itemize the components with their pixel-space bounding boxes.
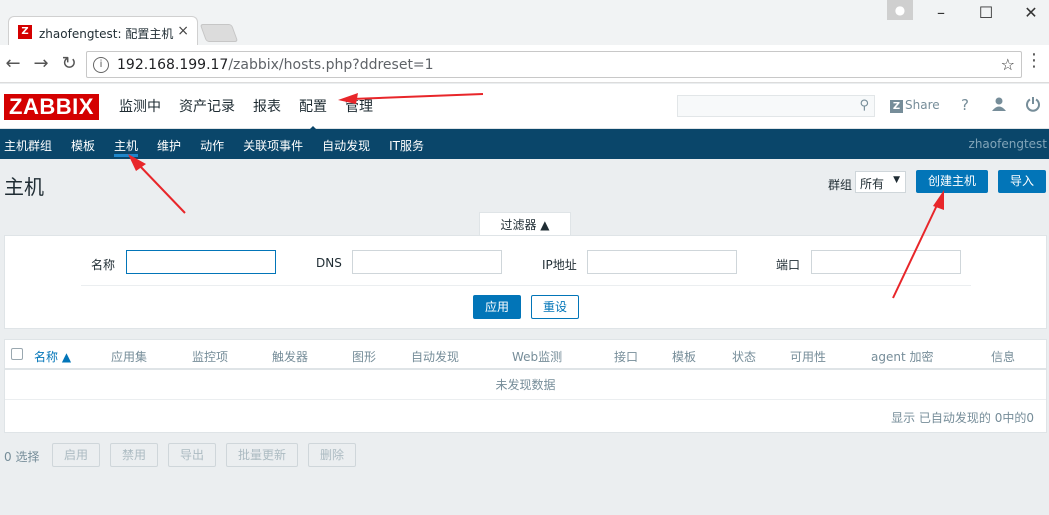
- hosts-table: 名称 ▲ 应用集 监控项 触发器 图形 自动发现 Web监测 接口 模板 状态 …: [4, 339, 1047, 433]
- subnav-hosts[interactable]: 主机: [114, 137, 139, 157]
- column-discovery: 自动发现: [411, 350, 460, 364]
- column-availability: 可用性: [790, 350, 827, 364]
- column-triggers: 触发器: [272, 350, 309, 364]
- info-icon[interactable]: i: [93, 57, 109, 73]
- apply-button[interactable]: 应用: [473, 295, 521, 319]
- no-data-message: 未发现数据: [5, 371, 1046, 400]
- top-menu: 监测中 资产记录 报表 配置 管理: [110, 96, 382, 133]
- delete-button[interactable]: 删除: [308, 443, 356, 467]
- menu-configuration[interactable]: 配置: [290, 96, 336, 133]
- zabbix-logo[interactable]: ZABBIX: [4, 94, 99, 120]
- filter-dns-label: DNS: [316, 256, 342, 270]
- minimize-icon[interactable]: –: [926, 2, 956, 24]
- share-label: Share: [905, 98, 940, 112]
- subnav-it-services[interactable]: IT服务: [389, 137, 424, 154]
- browser-toolbar: ← → ↻ i 192.168.199.17/zabbix/hosts.php?…: [0, 45, 1049, 83]
- search-icon[interactable]: ⚲: [859, 98, 869, 113]
- zabbix-share-icon: Z: [890, 100, 903, 113]
- mass-update-button[interactable]: 批量更新: [226, 443, 298, 467]
- column-graphs: 图形: [352, 350, 377, 364]
- address-bar[interactable]: i 192.168.199.17/zabbix/hosts.php?ddrese…: [86, 51, 1022, 78]
- filter-name-input[interactable]: [126, 250, 276, 274]
- url-host: 192.168.199.17: [117, 57, 229, 73]
- enable-button[interactable]: 启用: [52, 443, 100, 467]
- filter-dns-input[interactable]: [352, 250, 502, 274]
- arrow-to-hosts-tab: [128, 154, 186, 214]
- filter-divider: [81, 285, 971, 286]
- profile-icon[interactable]: ●: [887, 0, 913, 20]
- share-link[interactable]: Z Share: [890, 98, 940, 113]
- select-all-checkbox[interactable]: [11, 348, 23, 360]
- help-icon[interactable]: ?: [961, 96, 969, 114]
- filter-port-label: 端口: [776, 258, 801, 272]
- subnav-host-groups[interactable]: 主机群组: [4, 137, 52, 154]
- filter-toggle-tab[interactable]: 过滤器 ▲: [479, 212, 571, 236]
- group-select[interactable]: 所有 ▼: [855, 171, 906, 193]
- zabbix-header: ZABBIX 监测中 资产记录 报表 配置 管理 ⚲ Z Share ?: [0, 84, 1049, 133]
- menu-administration[interactable]: 管理: [336, 96, 382, 116]
- column-name[interactable]: 名称 ▲: [34, 348, 71, 365]
- menu-reports[interactable]: 报表: [244, 96, 290, 116]
- export-button[interactable]: 导出: [168, 443, 216, 467]
- filter-ip-label: IP地址: [542, 258, 577, 272]
- column-templates: 模板: [672, 350, 697, 364]
- column-status[interactable]: 状态: [732, 348, 756, 365]
- filter-ip-input[interactable]: [587, 250, 737, 274]
- reset-button[interactable]: 重设: [531, 295, 579, 319]
- column-info: 信息: [991, 350, 1016, 364]
- current-user: zhaofengtest: [968, 137, 1047, 151]
- column-items: 监控项: [192, 350, 229, 364]
- zabbix-favicon-icon: Z: [18, 25, 32, 39]
- column-interface: 接口: [614, 350, 639, 364]
- browser-menu-icon[interactable]: ⋮: [1025, 52, 1043, 70]
- sub-navigation: 主机群组 模板 主机 维护 动作 关联项事件 自动发现 IT服务 zhaofen…: [0, 129, 1049, 159]
- global-search-input[interactable]: ⚲: [677, 95, 875, 117]
- back-icon[interactable]: ←: [2, 53, 24, 75]
- browser-tab[interactable]: Z zhaofengtest: 配置主机 ×: [8, 16, 198, 46]
- sign-out-icon[interactable]: [1025, 96, 1041, 116]
- user-profile-icon[interactable]: [991, 96, 1007, 116]
- paging-info: 显示 已自动发现的 0中的0: [891, 411, 1034, 425]
- close-window-icon[interactable]: ✕: [1016, 2, 1046, 24]
- reload-icon[interactable]: ↻: [58, 53, 80, 75]
- group-select-value: 所有: [860, 177, 885, 191]
- create-host-button[interactable]: 创建主机: [916, 170, 988, 193]
- table-header: 名称 ▲ 应用集 监控项 触发器 图形 自动发现 Web监测 接口 模板 状态 …: [5, 340, 1046, 370]
- maximize-icon[interactable]: ☐: [971, 2, 1001, 24]
- new-tab-button[interactable]: [199, 24, 239, 42]
- subnav-maintenance[interactable]: 维护: [157, 137, 181, 154]
- menu-monitoring[interactable]: 监测中: [110, 96, 170, 116]
- subnav-discovery[interactable]: 自动发现: [322, 137, 370, 154]
- browser-tabbar: Z zhaofengtest: 配置主机 × ● – ☐ ✕: [0, 0, 1049, 46]
- filter-panel: 名称 DNS IP地址 端口 应用 重设: [4, 235, 1047, 329]
- column-applications: 应用集: [111, 350, 148, 364]
- menu-inventory[interactable]: 资产记录: [170, 96, 244, 116]
- forward-icon[interactable]: →: [30, 53, 52, 75]
- url-text[interactable]: 192.168.199.17/zabbix/hosts.php?ddreset=…: [117, 57, 434, 73]
- column-agent-encryption: agent 加密: [871, 350, 934, 364]
- subnav-templates[interactable]: 模板: [71, 137, 95, 154]
- close-tab-icon[interactable]: ×: [177, 23, 189, 39]
- subnav-actions[interactable]: 动作: [200, 137, 224, 154]
- group-label: 群组: [828, 178, 853, 192]
- disable-button[interactable]: 禁用: [110, 443, 158, 467]
- subnav-correlation[interactable]: 关联项事件: [243, 137, 303, 154]
- selected-count: 0 选择: [4, 450, 40, 464]
- url-path: /zabbix/hosts.php?ddreset=1: [228, 57, 434, 73]
- filter-port-input[interactable]: [811, 250, 961, 274]
- filter-name-label: 名称: [91, 258, 116, 272]
- column-web: Web监测: [512, 350, 563, 364]
- import-button[interactable]: 导入: [998, 170, 1046, 193]
- page-title: 主机: [4, 175, 44, 199]
- tab-title: zhaofengtest: 配置主机: [39, 27, 174, 41]
- chevron-down-icon: ▼: [893, 175, 900, 185]
- bookmark-star-icon[interactable]: ☆: [1001, 55, 1015, 74]
